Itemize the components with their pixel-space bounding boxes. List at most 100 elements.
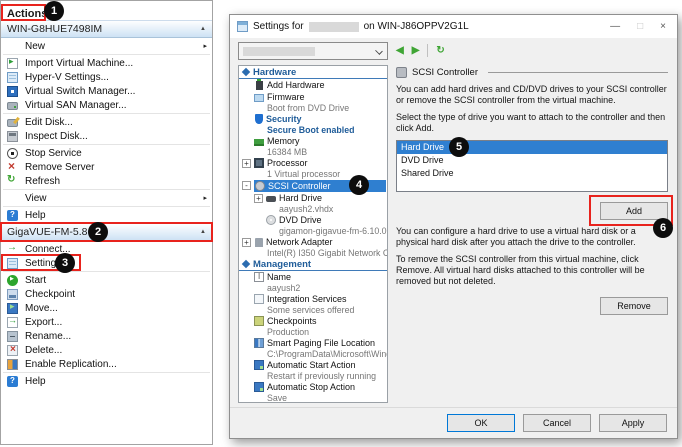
menu-item-connect[interactable]: Connect... [1,242,212,256]
tree-item-sub: gigamon-gigavue-fm-6.10.00-... [239,226,387,236]
tree-item-sub: Secure Boot enabled [239,125,387,135]
minimize-button[interactable]: — [610,21,620,32]
drive-type-listbox[interactable]: Hard Drive DVD Drive Shared Drive 5 [396,140,668,192]
scsi-controller-panel: SCSI Controller You can add hard drives … [396,67,668,315]
dvd-drive-icon [266,215,276,225]
memory-icon [254,139,264,146]
menu-item-export[interactable]: Export... [1,315,212,329]
navigate-back-button[interactable]: ◀ [396,45,404,56]
chevron-down-icon [375,47,383,55]
rename-icon [7,331,18,342]
menu-item-remove-server[interactable]: Remove Server [1,160,212,174]
vm-section-title: GigaVUE-FM-5.8 [7,226,88,238]
ok-button[interactable]: OK [447,414,515,432]
settings-window-icon [237,21,248,32]
close-button[interactable]: × [660,21,666,32]
settings-dialog: Settings for on WIN-J86OPPV2G1L — □ × ◀ … [229,14,678,439]
tree-item-automatic-start[interactable]: Automatic Start Action [239,359,387,371]
scsi-controller-icon [255,181,265,191]
menu-item-new[interactable]: New ▸ [1,39,212,53]
maximize-button[interactable]: □ [637,21,643,32]
expander-icon[interactable]: + [242,238,251,247]
tree-item-dvd-drive[interactable]: DVD Drive [251,214,387,226]
tree-item-automatic-stop[interactable]: Automatic Stop Action [239,381,387,393]
remove-server-icon [7,162,18,173]
automatic-stop-icon [254,382,264,392]
menu-separator [3,189,210,190]
menu-item-edit-disk[interactable]: Edit Disk... [1,115,212,129]
blank-icon [7,41,18,52]
checkpoints-icon [254,316,264,326]
tree-item-network-adapter[interactable]: + Network Adapter [239,236,387,248]
configure-note-text: You can configure a hard drive to use a … [396,226,668,248]
menu-item-rename[interactable]: Rename... [1,329,212,343]
tree-item-sub: Some services offered [239,305,387,315]
refresh-button[interactable]: ↻ [436,45,444,56]
selected-tree-row[interactable]: SCSI Controller 4 [254,180,386,192]
collapse-section-icon [242,68,250,76]
tree-item-integration-services[interactable]: Integration Services [239,293,387,305]
apply-button[interactable]: Apply [599,414,667,432]
settings-tree: Hardware Add Hardware Firmware Boot from… [238,65,388,403]
start-icon [7,275,18,286]
tree-item-smart-paging[interactable]: Smart Paging File Location [239,337,387,349]
list-item-hard-drive[interactable]: Hard Drive [397,141,667,154]
menu-item-virtual-san-manager[interactable]: Virtual SAN Manager... [1,98,212,112]
collapse-arrow-icon[interactable]: ▲ [200,26,206,32]
menu-item-hyperv-settings[interactable]: Hyper-V Settings... [1,70,212,84]
tree-item-firmware[interactable]: Firmware [239,91,387,103]
automatic-start-icon [254,360,264,370]
list-item-shared-drive[interactable]: Shared Drive [397,167,667,180]
menu-item-import-virtual-machine[interactable]: Import Virtual Machine... [1,56,212,70]
tree-item-sub: Intel(R) I350 Gigabit Network Con... [239,248,387,258]
menu-item-delete[interactable]: Delete... [1,343,212,357]
callout-3: 3 [55,253,75,273]
vm-selector-dropdown[interactable] [238,42,388,60]
edit-disk-icon [7,119,18,127]
expander-icon[interactable]: + [242,159,251,168]
menu-item-settings[interactable]: Settings... 3 [1,256,212,270]
help-icon [7,210,18,221]
tree-item-checkpoints[interactable]: Checkpoints [239,315,387,327]
add-button[interactable]: Add [600,202,668,220]
menu-item-view[interactable]: View ▸ [1,191,212,205]
tree-item-hard-drive[interactable]: + Hard Drive [251,192,387,204]
callout-4: 4 [349,175,369,195]
menu-item-enable-replication[interactable]: Enable Replication... [1,357,212,371]
host-section-header[interactable]: WIN-G8HUE7498IM ▲ [1,20,212,38]
move-icon [7,303,18,314]
remove-button[interactable]: Remove [600,297,668,315]
menu-item-inspect-disk[interactable]: Inspect Disk... [1,129,212,143]
vm-section-header[interactable]: GigaVUE-FM-5.8 ▲ 2 [1,223,212,241]
menu-item-refresh[interactable]: Refresh [1,174,212,188]
menu-item-help[interactable]: Help [1,208,212,222]
tree-item-processor[interactable]: + Processor [239,157,387,169]
dialog-titlebar[interactable]: Settings for on WIN-J86OPPV2G1L — □ × [230,15,677,38]
cancel-button[interactable]: Cancel [523,414,591,432]
redacted-dropdown-value [243,47,315,56]
menu-item-help-vm[interactable]: Help [1,374,212,388]
management-section-header[interactable]: Management [239,258,387,271]
menu-item-move[interactable]: Move... [1,301,212,315]
tree-item-sub: aayush2.vhdx [239,204,387,214]
export-icon [7,317,18,328]
submenu-arrow-icon: ▸ [203,194,207,202]
expander-icon[interactable]: + [254,194,263,203]
menu-item-virtual-switch-manager[interactable]: Virtual Switch Manager... [1,84,212,98]
remove-note-text: To remove the SCSI controller from this … [396,254,668,287]
tree-item-add-hardware[interactable]: Add Hardware [239,79,387,91]
expander-icon[interactable]: - [242,181,251,190]
menu-item-checkpoint[interactable]: Checkpoint [1,287,212,301]
collapse-arrow-icon[interactable]: ▲ [200,229,206,235]
navigate-forward-button[interactable]: ▶ [412,45,420,56]
hardware-section-header[interactable]: Hardware [239,66,387,79]
settings-icon [7,258,18,269]
tree-item-security[interactable]: Security [239,113,387,125]
menu-item-stop-service[interactable]: Stop Service [1,146,212,160]
list-item-dvd-drive[interactable]: DVD Drive [397,154,667,167]
menu-item-start[interactable]: Start [1,273,212,287]
tree-item-memory[interactable]: Memory [239,135,387,147]
tree-item-name[interactable]: Name [239,271,387,283]
dialog-footer: OK Cancel Apply [230,407,677,438]
tree-item-scsi-controller[interactable]: - SCSI Controller 4 [239,179,387,192]
